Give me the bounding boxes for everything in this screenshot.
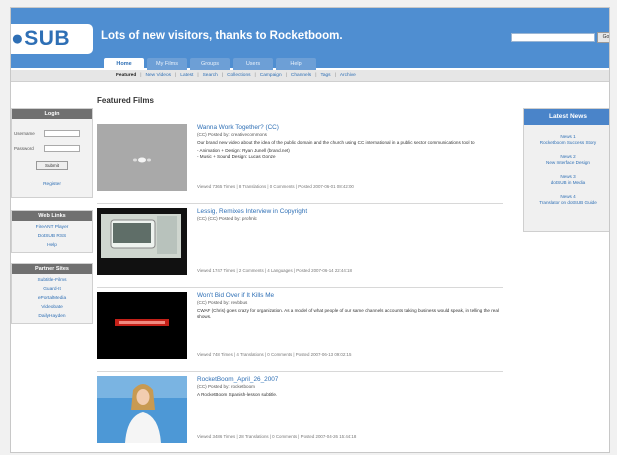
partner-link-item[interactable]: ePortalMedia (12, 294, 92, 303)
partner-sites-title: Partner Sites (12, 264, 92, 274)
thumbnail-image (97, 376, 187, 443)
partner-sites-box: Partner Sites Subtitle-Films Guard-It eP… (11, 263, 93, 324)
subnav-tags[interactable]: Tags (316, 73, 334, 78)
film-item: Wanna Work Together? (CC) (CC) Posted by… (97, 124, 503, 204)
logo-text: SUB (24, 27, 71, 50)
film-meta: (CC) (CC) Posted by: profmlc (197, 216, 257, 221)
subnav-featured[interactable]: Featured (112, 73, 140, 78)
film-title-link[interactable]: Lessig, Remixes Interview in Copyright (197, 208, 503, 215)
login-submit-button[interactable]: Submit (36, 161, 68, 170)
left-sidebar: Login Username Password Submit Register … (11, 108, 93, 332)
partner-link-item[interactable]: Videobate (12, 303, 92, 312)
subnav-campaign[interactable]: Campaign (256, 73, 286, 78)
subnav-channels[interactable]: Channels (287, 73, 315, 78)
thumbnail-image (97, 208, 187, 275)
news-item-label: News 1 (560, 134, 576, 139)
news-item[interactable]: News 4 Translator on dotSUB Guide (524, 194, 609, 205)
film-thumbnail[interactable] (97, 292, 187, 359)
login-title: Login (12, 109, 92, 119)
featured-films-heading: Featured Films (97, 96, 154, 105)
film-thumbnail[interactable] (97, 124, 187, 191)
latest-news-box: Latest News News 1 Rocketboom Success Sto… (523, 108, 609, 232)
news-item[interactable]: News 3 dotSUB in Media (524, 174, 609, 185)
sub-navigation: Featured | New Videos | Latest | Search | Co… (11, 70, 609, 82)
tab-home[interactable]: Home (104, 58, 144, 70)
news-item[interactable]: News 2 New Interface Design (524, 154, 609, 165)
news-item-label: News 4 (560, 194, 576, 199)
film-info: Lessig, Remixes Interview in Copyright (… (197, 208, 503, 221)
news-item-title: Rocketboom Success Story (539, 139, 597, 145)
film-stats: Viewed 7365 Times | 8 Translations | 0 C… (197, 184, 354, 189)
subnav-search[interactable]: Search (199, 73, 222, 78)
film-info: Won't Bid Over if It Kills Me (CC) Poste… (197, 292, 503, 320)
site-header: ●SUB Lots of new visitors, thanks to Roc… (11, 8, 609, 70)
film-meta: (CC) Posted by: revbbus (197, 300, 248, 305)
web-link-item[interactable]: FireANT Player (12, 223, 92, 232)
tab-help[interactable]: Help (276, 58, 316, 70)
news-item-title: dotSUB in Media (550, 179, 586, 185)
film-stats: Viewed 3486 Times | 28 Translations | 0 … (197, 434, 357, 439)
film-thumbnail[interactable] (97, 208, 187, 275)
web-links-box: Web Links FireANT Player DotSUB RSS Help (11, 210, 93, 253)
film-stats: Viewed 1747 Times | 2 Comments | 4 Langu… (197, 268, 352, 273)
subnav-collections[interactable]: Collections (223, 73, 254, 78)
partner-link-item[interactable]: Guard-It (12, 285, 92, 294)
site-logo[interactable]: ●SUB (11, 24, 93, 54)
news-item-title: New Interface Design (546, 159, 590, 165)
partner-link-item[interactable]: DailyHayden (12, 312, 92, 323)
main-tabs: Home My Films Groups Users Help (104, 58, 316, 70)
username-field[interactable] (44, 130, 80, 137)
film-title-link[interactable]: RocketBoom_April_26_2007 (197, 376, 503, 383)
thumbnail-image (97, 292, 187, 359)
subnav-latest[interactable]: Latest (176, 73, 197, 78)
film-item: Won't Bid Over if It Kills Me (CC) Poste… (97, 292, 503, 372)
news-item-label: News 2 (560, 154, 576, 159)
film-description: CWAF (Chris) goes crazy for organization… (197, 308, 499, 319)
subnav-archive[interactable]: Archive (336, 73, 360, 78)
tab-groups[interactable]: Groups (190, 58, 230, 70)
film-info: RocketBoom_April_26_2007 (CC) Posted by:… (197, 376, 503, 398)
film-item: RocketBoom_April_26_2007 (CC) Posted by:… (97, 376, 503, 452)
news-item-title: Translator on dotSUB Guide (539, 199, 597, 205)
film-title-link[interactable]: Wanna Work Together? (CC) (197, 124, 503, 131)
film-stats: Viewed 748 Times | 4 Translations | 0 Co… (197, 352, 352, 357)
film-meta: (CC) Posted by: creativecommons (197, 132, 267, 137)
film-meta: (CC) Posted by: rocketboom (197, 384, 255, 389)
login-box: Login Username Password Submit Register (11, 108, 93, 198)
latest-news-title: Latest News (524, 109, 609, 125)
web-links-title: Web Links (12, 211, 92, 221)
password-row: Password (12, 142, 92, 152)
web-link-item[interactable]: Help (12, 241, 92, 252)
username-row: Username (12, 127, 92, 137)
film-thumbnail[interactable] (97, 376, 187, 443)
film-description: - Music + Sound Design: Lucas Gonze (197, 154, 276, 159)
news-item-label: News 3 (560, 174, 576, 179)
search-button[interactable]: Go (597, 32, 609, 43)
register-link[interactable]: Register (12, 180, 92, 189)
film-description: A RocketBoom Spanish-lesson subtitle. (197, 392, 278, 397)
thumbnail-image (97, 124, 187, 191)
password-label: Password (14, 146, 34, 151)
search-input[interactable] (511, 33, 595, 42)
header-tagline: Lots of new visitors, thanks to Rocketbo… (101, 30, 343, 42)
film-title-link[interactable]: Won't Bid Over if It Kills Me (197, 292, 503, 299)
username-label: Username (14, 131, 35, 136)
news-item[interactable]: News 1 Rocketboom Success Story (524, 134, 609, 145)
film-item: Lessig, Remixes Interview in Copyright (… (97, 208, 503, 288)
film-info: Wanna Work Together? (CC) (CC) Posted by… (197, 124, 503, 160)
tab-my-films[interactable]: My Films (147, 58, 187, 70)
web-link-item[interactable]: DotSUB RSS (12, 232, 92, 241)
subnav-new-videos[interactable]: New Videos (142, 73, 176, 78)
tab-users[interactable]: Users (233, 58, 273, 70)
partner-link-item[interactable]: Subtitle-Films (12, 276, 92, 285)
password-field[interactable] (44, 145, 80, 152)
browser-frame: ●SUB Lots of new visitors, thanks to Roc… (10, 7, 610, 453)
film-description: Our brand new video about the idea of th… (197, 140, 475, 145)
